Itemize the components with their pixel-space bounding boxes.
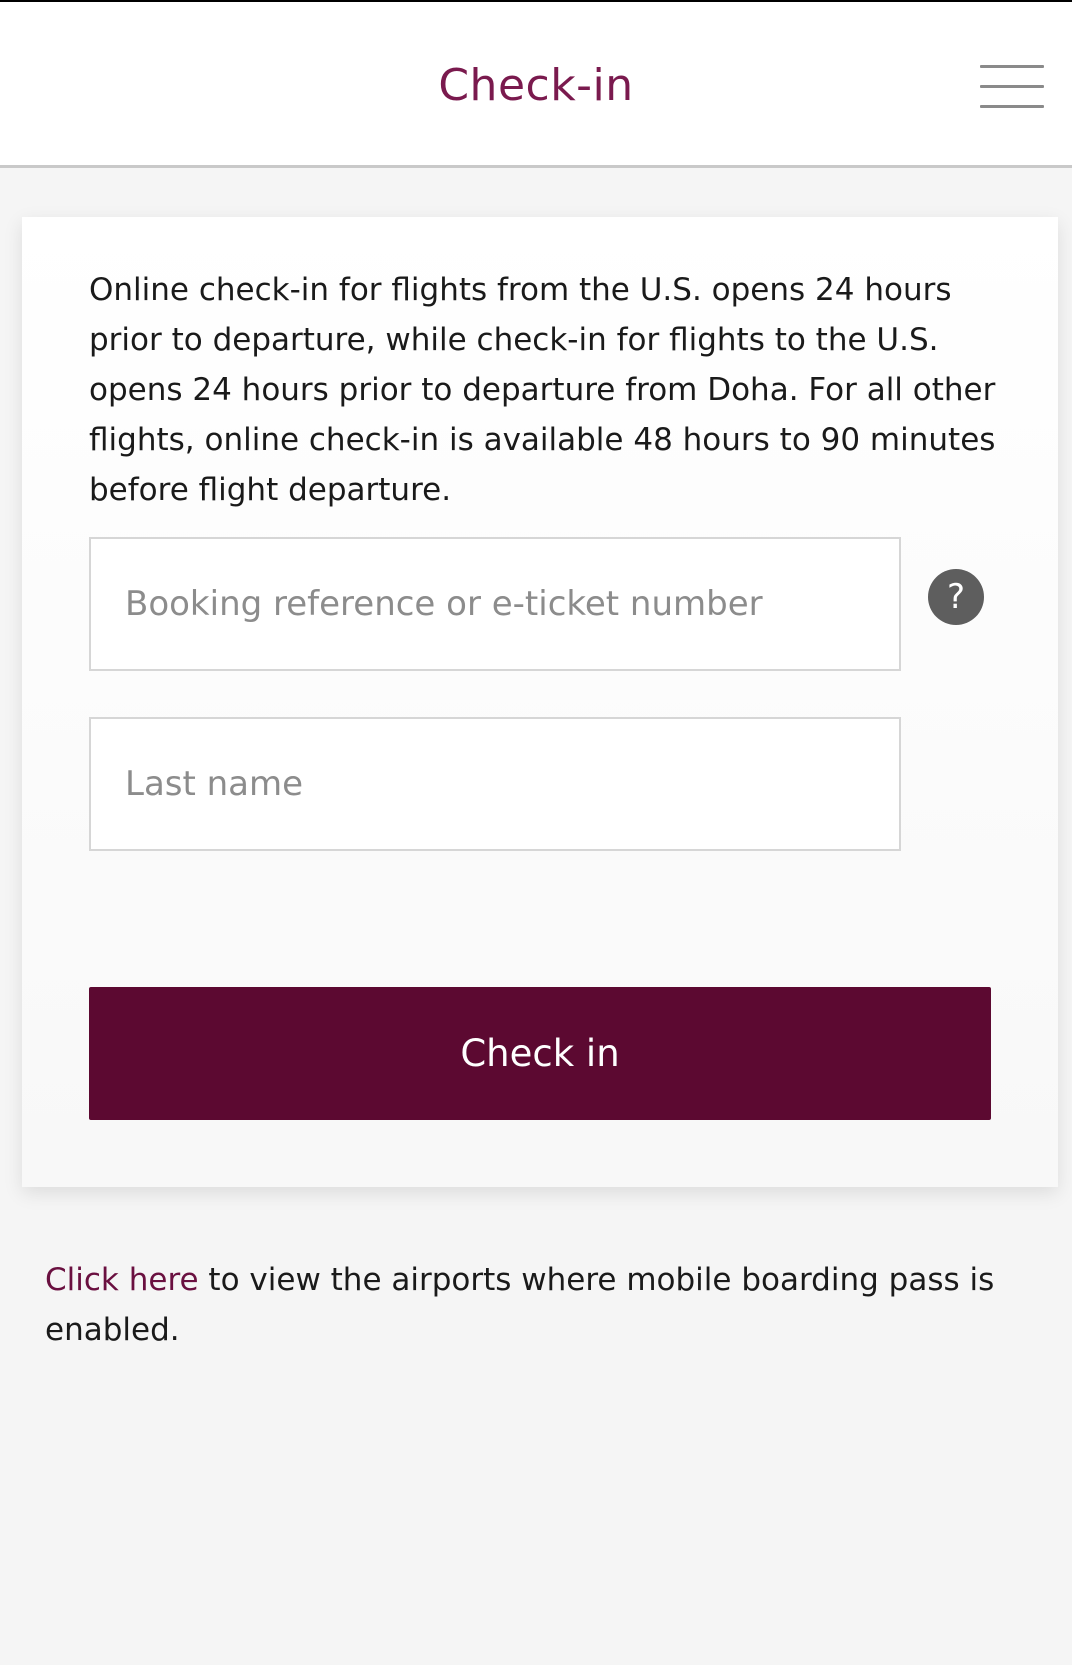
page-header: Check-in [0,2,1072,168]
menu-line [980,85,1044,88]
page-title: Check-in [438,60,634,111]
booking-reference-input[interactable] [89,537,901,671]
checkin-info-text: Online check-in for flights from the U.S… [89,272,996,508]
click-here-link[interactable]: Click here [45,1262,199,1298]
menu-line [980,65,1044,68]
menu-line [980,105,1044,108]
question-mark-icon[interactable]: ? [928,569,984,625]
mobile-boarding-pass-note: Click here to view the airports where mo… [45,1255,1035,1355]
check-in-button[interactable]: Check in [89,987,991,1120]
checkin-card: Online check-in for flights from the U.S… [22,217,1058,1187]
hamburger-menu-icon[interactable] [978,62,1048,112]
last-name-input[interactable] [89,717,901,851]
